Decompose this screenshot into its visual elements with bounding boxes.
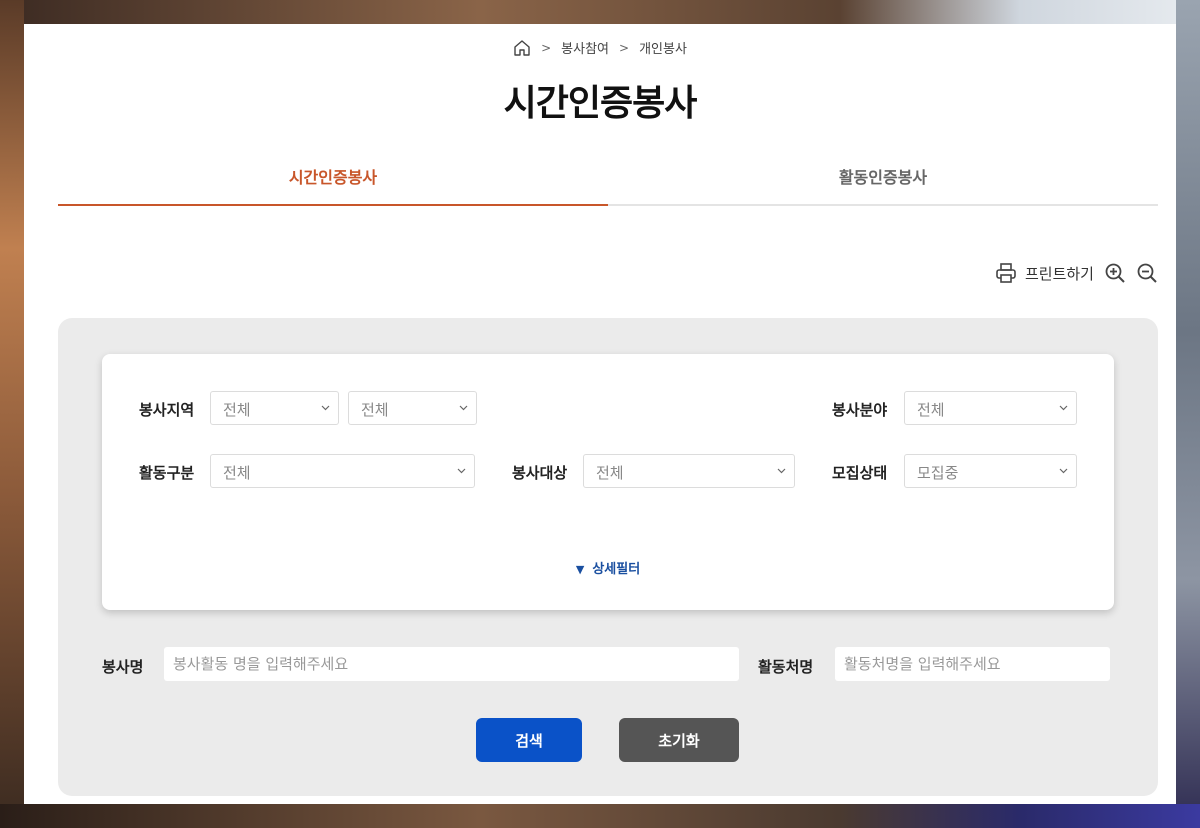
toolbar: 프린트하기 [995, 262, 1158, 284]
place-name-label: 활동처명 [758, 658, 814, 676]
target-value: 전체 [596, 464, 624, 482]
background-photo-top [0, 0, 1200, 24]
tab-activity-certified[interactable]: 활동인증봉사 [608, 154, 1158, 204]
reset-button[interactable]: 초기화 [619, 718, 739, 762]
home-icon[interactable] [513, 39, 531, 57]
region-sido-value: 전체 [223, 401, 251, 419]
region-sigungu-value: 전체 [361, 401, 389, 419]
chevron-down-icon [459, 405, 468, 411]
activity-value: 전체 [223, 464, 251, 482]
chevron-down-icon [1059, 468, 1068, 474]
activity-select[interactable]: 전체 [210, 454, 475, 488]
chevron-down-icon [1059, 405, 1068, 411]
chevron-down-icon [777, 468, 786, 474]
breadcrumb-item-personal[interactable]: 개인봉사 [639, 38, 687, 57]
status-label: 모집상태 [832, 464, 888, 482]
region-sigungu-select[interactable]: 전체 [348, 391, 477, 425]
volunteer-name-label: 봉사명 [102, 658, 144, 676]
status-select[interactable]: 모집중 [904, 454, 1077, 488]
detail-filter-toggle[interactable]: ▼ 상세필터 [102, 558, 1114, 577]
detail-filter-label: 상세필터 [592, 562, 641, 577]
region-sido-select[interactable]: 전체 [210, 391, 339, 425]
search-button[interactable]: 검색 [476, 718, 582, 762]
background-photo-left [0, 0, 24, 828]
page-title: 시간인증봉사 [503, 83, 698, 124]
background-photo-right [1176, 0, 1200, 828]
chevron-right-icon: > [619, 40, 630, 55]
breadcrumb-item-volunteer[interactable]: 봉사참여 [561, 38, 609, 57]
background-photo-bottom [0, 804, 1200, 828]
place-name-input[interactable] [835, 647, 1110, 681]
chevron-right-icon: > [541, 40, 552, 55]
region-label: 봉사지역 [139, 401, 195, 419]
main-panel: > 봉사참여 > 개인봉사 시간인증봉사 시간인증봉사 활동인증봉사 프린트하기… [24, 24, 1176, 804]
tab-time-certified[interactable]: 시간인증봉사 [58, 154, 608, 206]
print-label: 프린트하기 [1024, 264, 1094, 283]
filter-card: 봉사지역 전체 전체 봉사분야 전체 활동구분 전체 봉사대상 전체 모집상태 … [102, 354, 1114, 610]
activity-label: 활동구분 [139, 464, 195, 482]
chevron-down-icon [457, 468, 466, 474]
printer-icon [995, 262, 1017, 284]
triangle-down-icon: ▼ [575, 563, 585, 576]
field-label: 봉사분야 [832, 401, 888, 419]
tab-bar: 시간인증봉사 활동인증봉사 [58, 154, 1158, 206]
zoom-out-icon[interactable] [1136, 262, 1158, 284]
breadcrumb: > 봉사참여 > 개인봉사 [24, 38, 1176, 57]
search-area: 봉사지역 전체 전체 봉사분야 전체 활동구분 전체 봉사대상 전체 모집상태 … [58, 318, 1158, 796]
chevron-down-icon [321, 405, 330, 411]
target-label: 봉사대상 [512, 464, 568, 482]
field-select[interactable]: 전체 [904, 391, 1077, 425]
volunteer-name-input[interactable] [164, 647, 739, 681]
status-value: 모집중 [917, 464, 959, 482]
zoom-in-icon[interactable] [1104, 262, 1126, 284]
target-select[interactable]: 전체 [583, 454, 795, 488]
print-button[interactable]: 프린트하기 [995, 262, 1094, 284]
field-value: 전체 [917, 401, 945, 419]
